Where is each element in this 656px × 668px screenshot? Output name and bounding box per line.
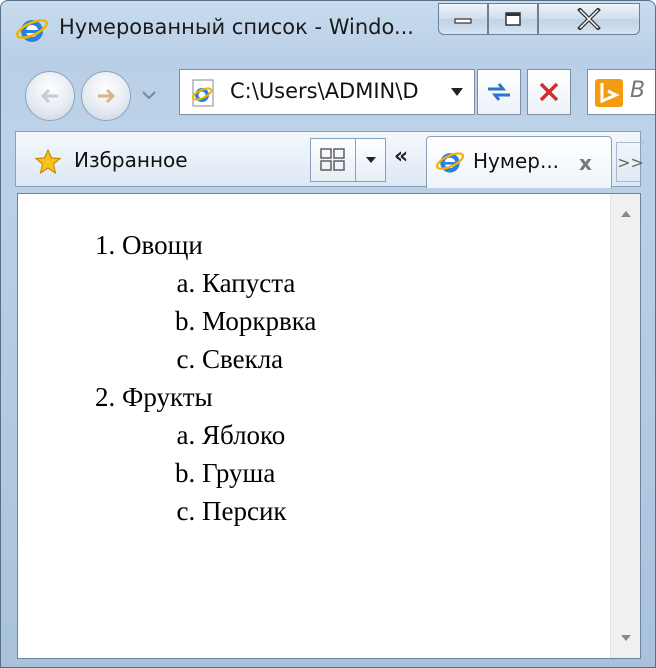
quick-tabs-button[interactable]	[310, 138, 356, 182]
more-tabs-button[interactable]: >>	[616, 142, 644, 182]
browser-window: Нумерованный список - Windo... C:\Users\…	[0, 0, 656, 668]
internet-explorer-icon	[435, 152, 465, 173]
outer-ordered-list: Овощи Капуста Моркрвка Свекла Фрукты Ябл…	[18, 226, 608, 530]
compatibility-refresh-icon	[488, 83, 510, 101]
list-item-label: Овощи	[122, 230, 203, 260]
title-bar: Нумерованный список - Windo...	[1, 1, 655, 53]
recent-pages-dropdown-icon[interactable]	[141, 88, 157, 102]
close-button[interactable]	[538, 3, 640, 35]
compatibility-refresh-button[interactable]	[477, 69, 521, 115]
quick-tabs-grid-icon	[320, 148, 345, 171]
search-placeholder: B	[630, 78, 646, 103]
forward-arrow-icon	[98, 88, 116, 104]
back-button[interactable]	[25, 71, 75, 121]
active-tab[interactable]: Нумер... x	[426, 136, 612, 188]
vertical-scrollbar[interactable]	[610, 194, 640, 658]
close-x-icon	[577, 8, 601, 30]
tab-close-icon[interactable]: x	[579, 151, 592, 175]
favorites-label[interactable]: Избранное	[74, 148, 188, 172]
list-item: Свекла	[202, 340, 608, 378]
page-icon	[191, 79, 214, 107]
list-item: Моркрвка	[202, 302, 608, 340]
tab-scroll-left-icon[interactable]: «	[394, 144, 408, 169]
stop-x-icon	[539, 82, 559, 102]
scroll-up-arrow-icon[interactable]	[620, 210, 632, 218]
internet-explorer-icon	[16, 19, 48, 42]
search-box[interactable]: B	[587, 69, 655, 115]
forward-button[interactable]	[81, 71, 131, 121]
back-arrow-icon	[40, 88, 58, 104]
tab-list-dropdown[interactable]	[356, 138, 386, 182]
numbered-list-document: Овощи Капуста Моркрвка Свекла Фрукты Ябл…	[18, 226, 608, 530]
stop-button[interactable]	[527, 69, 571, 115]
address-bar[interactable]: C:\Users\ADMIN\D	[179, 69, 475, 115]
chevron-down-icon	[365, 157, 376, 163]
list-item: Яблоко	[202, 416, 608, 454]
favorites-star-icon[interactable]	[34, 148, 62, 176]
address-dropdown-icon[interactable]	[450, 87, 464, 97]
window-title: Нумерованный список - Windo...	[59, 15, 414, 39]
list-item: Персик	[202, 492, 608, 530]
scroll-down-arrow-icon[interactable]	[620, 634, 632, 642]
list-item-label: Фрукты	[122, 382, 213, 412]
list-item: Овощи Капуста Моркрвка Свекла	[122, 226, 608, 378]
navigation-bar: C:\Users\ADMIN\D B	[1, 61, 655, 125]
maximize-button[interactable]	[488, 3, 538, 35]
list-item: Фрукты Яблоко Груша Персик	[122, 378, 608, 530]
minimize-button[interactable]	[438, 3, 488, 35]
inner-ordered-list: Капуста Моркрвка Свекла	[122, 264, 608, 378]
maximize-icon	[505, 12, 521, 26]
inner-ordered-list: Яблоко Груша Персик	[122, 416, 608, 530]
address-input[interactable]: C:\Users\ADMIN\D	[230, 79, 435, 103]
page-content: Овощи Капуста Моркрвка Свекла Фрукты Ябл…	[17, 193, 641, 659]
active-tab-title: Нумер...	[473, 149, 560, 173]
bing-icon	[595, 79, 623, 107]
favorites-bar: Избранное « Нумер... x >>	[15, 131, 644, 188]
minimize-icon	[454, 18, 472, 24]
list-item: Груша	[202, 454, 608, 492]
list-item: Капуста	[202, 264, 608, 302]
